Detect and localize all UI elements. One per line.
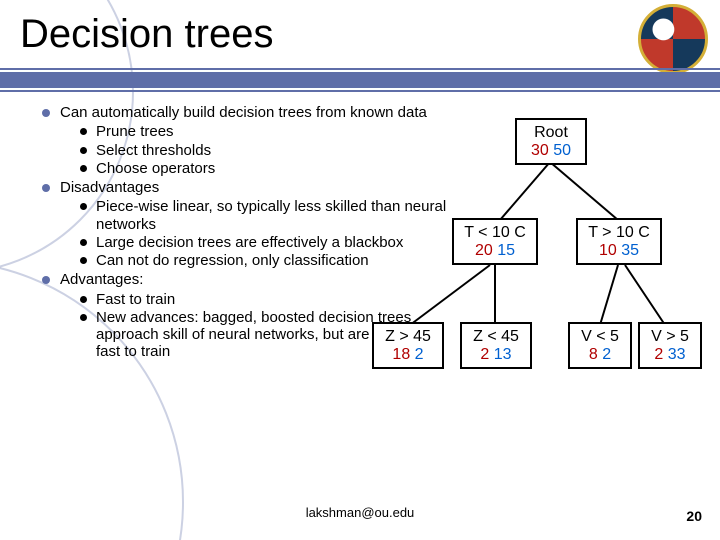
tree-node-zgt45: Z > 45 18 2 [372,322,444,369]
node-label: Root [523,124,579,142]
node-label: T > 10 C [584,224,654,242]
tree-node-vgt5: V > 5 2 33 [638,322,702,369]
node-blue: 13 [494,346,512,363]
node-red: 20 [475,242,493,259]
node-blue: 15 [497,242,515,259]
node-blue: 33 [668,346,686,363]
tree-node-vlt5: V < 5 8 2 [568,322,632,369]
title-underline [0,68,720,96]
node-red: 2 [654,346,663,363]
node-blue: 35 [621,242,639,259]
node-red: 18 [392,346,410,363]
nssl-logo-icon [638,4,708,74]
footer-email: lakshman@ou.edu [0,505,720,520]
tree-node-root: Root 30 50 [515,118,587,165]
bullet-2-text: Disadvantages [60,179,159,196]
node-red: 10 [599,242,617,259]
node-red: 8 [589,346,598,363]
page-number: 20 [686,508,702,524]
bullet-3-text: Advantages: [60,271,143,288]
slide: Decision trees Can automatically build d… [0,0,720,540]
tree-node-tlt10: T < 10 C 20 15 [452,218,538,265]
node-blue: 2 [415,346,424,363]
node-blue: 50 [553,142,571,159]
node-blue: 2 [602,346,611,363]
node-label: V > 5 [646,328,694,346]
node-label: Z > 45 [380,328,436,346]
node-red: 30 [531,142,549,159]
node-label: V < 5 [576,328,624,346]
node-label: Z < 45 [468,328,524,346]
tree-node-zlt45: Z < 45 2 13 [460,322,532,369]
decision-tree-diagram: Root 30 50 T < 10 C 20 15 T > 10 C 10 35… [340,110,700,430]
slide-title: Decision trees [20,12,273,57]
tree-node-tgt10: T > 10 C 10 35 [576,218,662,265]
node-label: T < 10 C [460,224,530,242]
node-red: 2 [480,346,489,363]
